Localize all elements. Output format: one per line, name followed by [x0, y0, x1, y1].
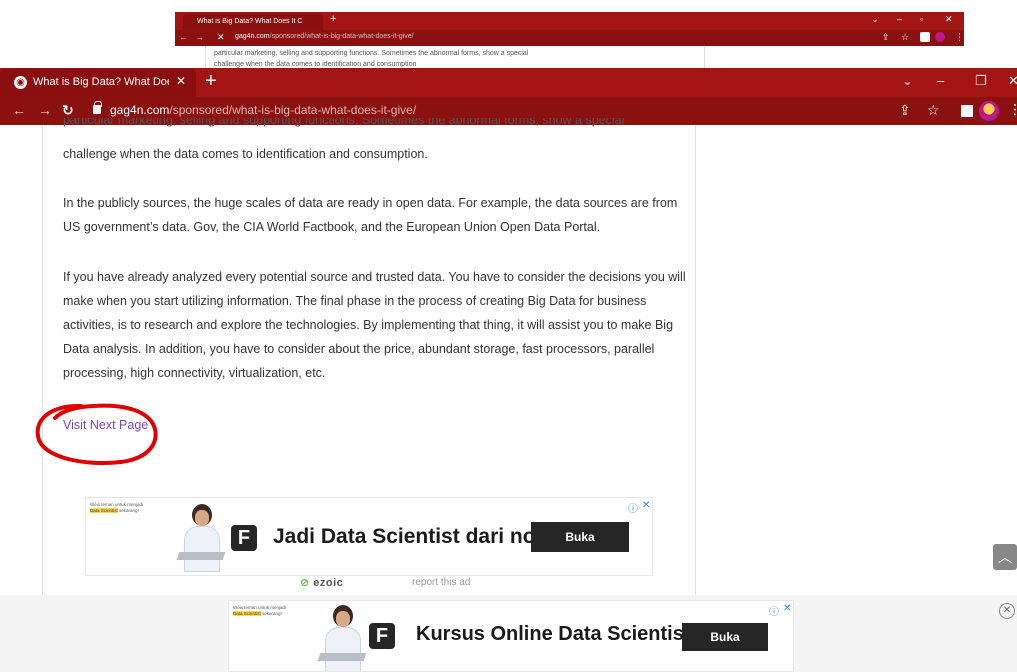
visit-next-page-link[interactable]: Visit Next Page — [63, 418, 148, 432]
article-paragraph-1: challenge when the data comes to identif… — [63, 147, 428, 161]
globe-icon: ◉ — [14, 76, 27, 89]
ad1-logo-icon: F — [231, 525, 257, 551]
ad2-small-highlight: Data Scientist — [233, 611, 261, 616]
new-tab-icon[interactable]: + — [205, 70, 217, 93]
ghost-star-icon[interactable]: ☆ — [901, 32, 909, 43]
share-icon[interactable]: ⇪ — [899, 102, 911, 119]
ad2-small-suffix: sekarang! — [262, 611, 282, 616]
close-window-icon[interactable]: ✕ — [1008, 73, 1017, 89]
scroll-to-top-button[interactable]: ︿ — [993, 544, 1017, 570]
ghost-forward-icon[interactable]: → — [195, 32, 204, 42]
profile-avatar-icon[interactable] — [979, 101, 999, 121]
ghost-address-bar: ← → ✕ gag4n.com/sponsored/what-is-big-da… — [175, 30, 964, 46]
ghost-page-line: particular marketing, selling and suppor… — [214, 50, 529, 57]
back-icon[interactable]: ← — [12, 102, 26, 118]
ghost-maximize-icon[interactable]: ▫ — [920, 14, 923, 24]
ghost-tab-bar: What is Big Data? What Does It C + ⌄ – ▫… — [175, 12, 964, 30]
ad1-open-button[interactable]: Buka — [531, 522, 629, 552]
ghost-new-tab-icon[interactable]: + — [330, 13, 336, 25]
ghost-url-path: /sponsored/what-is-big-data-what-does-it… — [269, 33, 414, 40]
ezoic-brand: ⊘ ezoic — [300, 577, 344, 589]
ghost-profile-icon[interactable] — [935, 32, 945, 42]
side-panel-icon[interactable] — [961, 105, 973, 117]
ad2-info-icon[interactable]: ⓘ — [769, 603, 779, 618]
ad1-close-icon[interactable]: ✕ — [642, 500, 650, 511]
ghost-sidebar-icon[interactable] — [920, 32, 930, 42]
ghost-stop-icon[interactable]: ✕ — [217, 32, 225, 43]
menu-kebab-icon[interactable]: ⋮ — [1008, 101, 1017, 118]
ghost-url[interactable]: gag4n.com/sponsored/what-is-big-data-wha… — [235, 33, 414, 40]
report-ad-link[interactable]: report this ad — [412, 577, 470, 588]
screenshot-root: What is Big Data? What Does It C + ⌄ – ▫… — [0, 0, 1017, 672]
ad1-headline: Jadi Data Scientist dari nol — [273, 525, 542, 548]
lock-icon[interactable] — [93, 101, 102, 114]
ezoic-text: ezoic — [313, 577, 344, 589]
forward-icon[interactable]: → — [38, 102, 52, 118]
url-path: /sponsored/what-is-big-data-what-does-it… — [169, 103, 417, 117]
tab-title: What is Big Data? What Does It C — [33, 76, 169, 88]
ghost-menu-icon[interactable]: ⋮ — [955, 32, 964, 43]
ghost-minimize-icon[interactable]: – — [897, 14, 902, 24]
ghost-tab-search-icon[interactable]: ⌄ — [871, 14, 879, 25]
article-cut-text: particular marketing, selling and suppor… — [63, 118, 625, 127]
ad1-small-suffix: sekarang! — [119, 508, 139, 513]
ad1-small-highlight: Data Scientist — [90, 508, 118, 513]
minimize-icon[interactable]: – — [937, 73, 944, 88]
ad-banner-1[interactable]: Wèis teman untuk menjadi Data Scientist … — [85, 497, 653, 576]
ad1-small-title: Wèis teman untuk menjadi — [90, 502, 144, 507]
ghost-tab[interactable]: What is Big Data? What Does It C — [183, 14, 323, 30]
restore-icon[interactable]: ❐ — [975, 73, 987, 89]
ad2-small-title: Wèis teman untuk menjadi — [233, 605, 287, 610]
ad2-close-icon[interactable]: ✕ — [783, 603, 791, 614]
ghost-share-icon[interactable]: ⇪ — [882, 32, 890, 43]
ghost-url-domain: gag4n.com — [235, 33, 270, 40]
article-paragraph-3: If you have already analyzed every poten… — [63, 270, 686, 380]
tab-search-icon[interactable]: ⌄ — [902, 73, 913, 89]
bookmark-star-icon[interactable]: ☆ — [927, 102, 940, 119]
tab-close-icon[interactable]: ✕ — [176, 74, 186, 88]
ad2-person-image — [317, 601, 367, 671]
ad2-small-text: Wèis teman untuk menjadi Data Scientist … — [233, 605, 313, 617]
ghost-browser-window: What is Big Data? What Does It C + ⌄ – ▫… — [175, 12, 964, 72]
ad2-logo-icon: F — [369, 623, 395, 649]
ad2-headline: Kursus Online Data Scientist — [416, 623, 691, 645]
ad1-person-image — [176, 500, 226, 572]
active-tab[interactable]: ◉ What is Big Data? What Does It C ✕ — [0, 68, 196, 97]
ad2-open-button[interactable]: Buka — [682, 623, 768, 651]
ghost-close-icon[interactable]: ✕ — [945, 14, 953, 25]
ad-banner-2[interactable]: Wèis teman untuk menjadi Data Scientist … — [228, 600, 794, 672]
ad1-small-text: Wèis teman untuk menjadi Data Scientist … — [90, 502, 170, 514]
article-cut-line: particular marketing, selling and suppor… — [63, 118, 663, 134]
ghost-tab-title: What is Big Data? What Does It C — [197, 18, 303, 25]
url-domain: gag4n.com — [110, 103, 170, 117]
tab-bar: ◉ What is Big Data? What Does It C ✕ + ⌄… — [0, 68, 1017, 97]
reload-icon[interactable]: ↻ — [62, 102, 74, 119]
url-field[interactable]: gag4n.com/sponsored/what-is-big-data-wha… — [110, 103, 416, 117]
ad1-info-icon[interactable]: ⓘ — [628, 500, 638, 515]
ghost-back-icon[interactable]: ← — [179, 32, 188, 42]
article-paragraph-2: In the publicly sources, the huge scales… — [63, 196, 678, 234]
close-sticky-ad-icon[interactable]: ✕ — [999, 603, 1015, 619]
